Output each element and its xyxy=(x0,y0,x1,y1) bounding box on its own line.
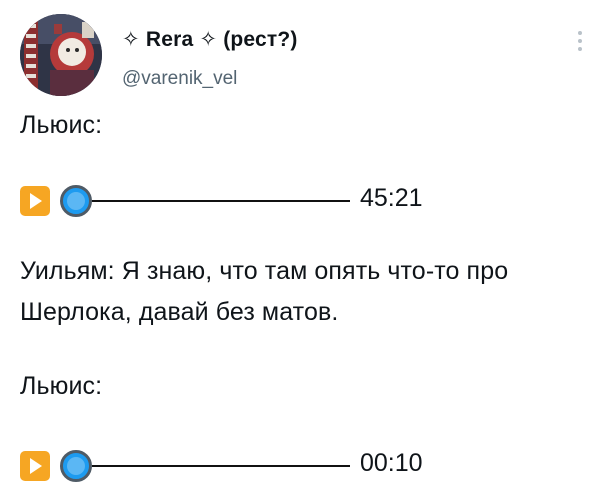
audio-player: 45:21 xyxy=(20,181,423,221)
tweet-text-line: Льюис: xyxy=(20,111,103,139)
audio-duration: 45:21 xyxy=(360,184,423,212)
audio-progress-knob[interactable] xyxy=(60,185,92,217)
avatar-image xyxy=(20,14,102,96)
author-display-name[interactable]: ✧ Rera ✧ (рест?) xyxy=(122,27,298,52)
audio-player: 00:10 xyxy=(20,446,423,486)
author-handle[interactable]: @varenik_vel xyxy=(122,68,237,90)
audio-duration: 00:10 xyxy=(360,449,423,477)
tweet-text-line: Льюис: xyxy=(20,372,103,400)
play-icon[interactable] xyxy=(20,451,50,481)
audio-progress-track[interactable] xyxy=(92,465,350,467)
tweet-text-line: Уильям: Я знаю, что там опять что-то про xyxy=(20,257,509,285)
tweet-text-line: Шерлока, давай без матов. xyxy=(20,298,339,326)
audio-progress-track[interactable] xyxy=(92,200,350,202)
more-dot xyxy=(578,31,582,35)
audio-progress-knob[interactable] xyxy=(60,450,92,482)
more-options-icon[interactable] xyxy=(570,26,590,56)
tweet: ✧ Rera ✧ (рест?) @varenik_vel Льюис: 45:… xyxy=(0,0,604,498)
play-icon[interactable] xyxy=(20,186,50,216)
more-dot xyxy=(578,39,582,43)
more-dot xyxy=(578,47,582,51)
avatar[interactable] xyxy=(20,14,102,96)
